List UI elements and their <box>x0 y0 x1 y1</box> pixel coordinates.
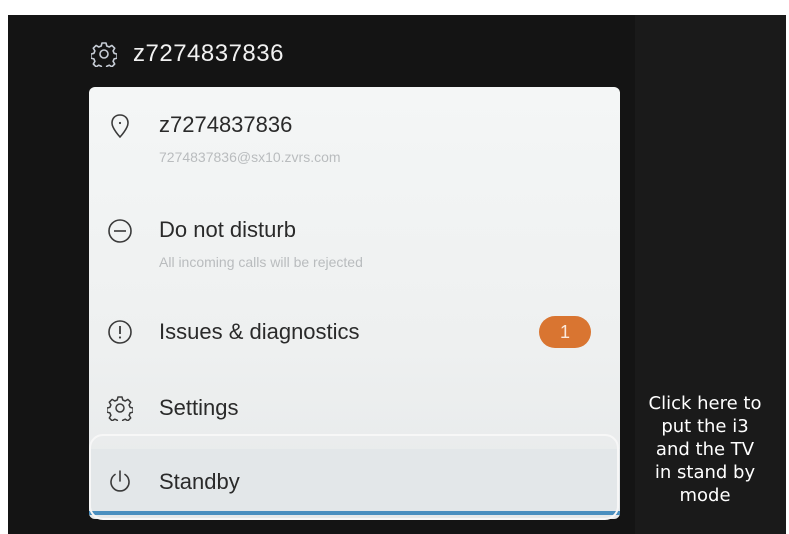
menu-item-label: Do not disturb <box>159 217 296 242</box>
do-not-disturb-icon <box>108 219 132 243</box>
menu-item-settings[interactable]: Settings <box>89 393 620 433</box>
gear-icon <box>107 396 133 421</box>
location-pin-icon <box>111 114 129 139</box>
menu-item-label: Settings <box>159 395 239 420</box>
device-header: z7274837836 <box>91 37 284 71</box>
menu-item-label: z7274837836 <box>159 112 293 137</box>
device-name: z7274837836 <box>133 40 284 67</box>
callout-line: Click here to <box>648 393 762 414</box>
callout-line: put the i3 <box>661 416 749 437</box>
device-address: 7274837836@sx10.zvrs.com <box>159 149 341 165</box>
menu-item-label: Issues & diagnostics <box>159 319 360 344</box>
callout-line: and the TV <box>655 439 755 460</box>
instruction-callout: Click here to put the i3 and the TV in s… <box>632 392 778 507</box>
callout-line: mode <box>679 485 731 506</box>
standby-highlight-annotation <box>89 434 619 520</box>
menu-item-description: All incoming calls will be rejected <box>159 254 363 270</box>
gear-icon <box>91 42 117 67</box>
menu-item-do-not-disturb[interactable]: Do not disturb All incoming calls will b… <box>89 212 620 282</box>
alert-icon <box>108 320 132 344</box>
menu-item-issues-diagnostics[interactable]: Issues & diagnostics 1 <box>89 316 620 356</box>
callout-line: in stand by <box>654 462 756 483</box>
issues-count-badge: 1 <box>539 316 591 348</box>
menu-item-device-info[interactable]: z7274837836 7274837836@sx10.zvrs.com <box>89 107 620 177</box>
